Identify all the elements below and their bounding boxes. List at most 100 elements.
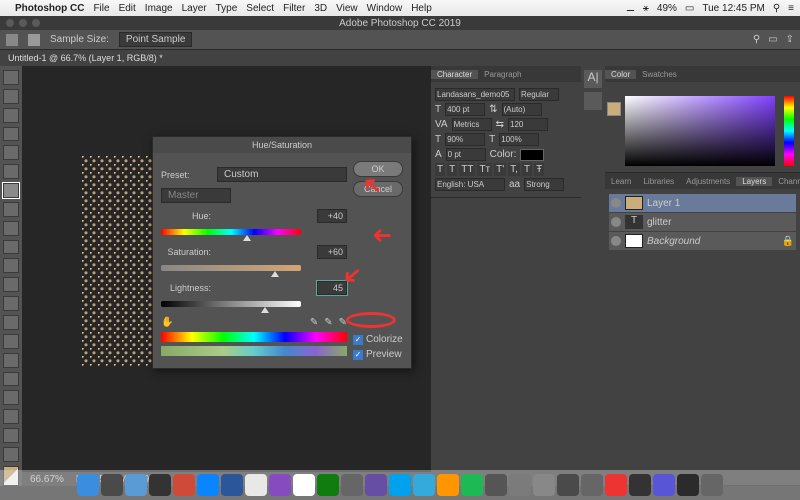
menu-select[interactable]: Select [246, 3, 274, 14]
dock-app-icon[interactable] [701, 474, 723, 496]
baseline-input[interactable] [446, 148, 486, 161]
menu-help[interactable]: Help [411, 3, 432, 14]
share-icon[interactable]: ⇪ [786, 34, 794, 45]
dock-app-icon[interactable] [269, 474, 291, 496]
maximize-icon[interactable] [32, 19, 40, 27]
hue-input[interactable] [317, 209, 347, 223]
smallcaps-icon[interactable]: Tт [477, 163, 492, 176]
shape-tool-icon[interactable] [3, 409, 19, 424]
font-family-dropdown[interactable] [435, 88, 515, 101]
font-size-input[interactable] [445, 103, 485, 116]
history-brush-tool-icon[interactable] [3, 258, 19, 273]
tab-character[interactable]: Character [431, 70, 478, 79]
zoom-tool-icon[interactable] [3, 447, 19, 462]
healing-tool-icon[interactable] [3, 202, 19, 217]
menu-type[interactable]: Type [216, 3, 238, 14]
dock-app-icon[interactable] [653, 474, 675, 496]
hand-adjust-icon[interactable]: ✋ [161, 317, 173, 328]
frame-tool-icon[interactable] [3, 164, 19, 179]
color-field[interactable] [625, 96, 775, 166]
tab-color[interactable]: Color [605, 70, 636, 79]
dock-app-icon[interactable] [581, 474, 603, 496]
dodge-tool-icon[interactable] [3, 334, 19, 349]
kerning-input[interactable] [508, 118, 548, 131]
workspace-icon[interactable]: ▭ [768, 34, 777, 45]
crop-tool-icon[interactable] [3, 145, 19, 160]
dock-app-icon[interactable] [557, 474, 579, 496]
dock-app-icon[interactable] [77, 474, 99, 496]
eyedropper-tool-icon[interactable] [3, 183, 19, 198]
dock-app-icon[interactable] [605, 474, 627, 496]
hue-slider[interactable] [161, 229, 301, 239]
dock-app-icon[interactable] [629, 474, 651, 496]
menu-window[interactable]: Window [367, 3, 403, 14]
tab-learn[interactable]: Learn [605, 177, 637, 186]
saturation-slider[interactable] [161, 265, 301, 275]
superscript-icon[interactable]: T' [494, 163, 506, 176]
dock-app-icon[interactable] [509, 474, 531, 496]
font-style-dropdown[interactable] [519, 88, 559, 101]
visibility-icon[interactable] [611, 198, 621, 208]
dock-app-icon[interactable] [677, 474, 699, 496]
menu-filter[interactable]: Filter [283, 3, 305, 14]
lasso-tool-icon[interactable] [3, 108, 19, 123]
underline-icon[interactable]: T [522, 163, 532, 176]
dock-app-icon[interactable] [197, 474, 219, 496]
eyedropper-icon[interactable]: ✎ [310, 317, 318, 328]
layer-row[interactable]: Layer 1 [609, 194, 796, 212]
tab-libraries[interactable]: Libraries [637, 177, 680, 186]
wifi-icon[interactable]: ⚊ [626, 3, 635, 14]
brush-tool-icon[interactable] [3, 221, 19, 236]
dock-app-icon[interactable] [149, 474, 171, 496]
blur-tool-icon[interactable] [3, 315, 19, 330]
layer-name[interactable]: Layer 1 [647, 198, 680, 209]
hscale-input[interactable] [499, 133, 539, 146]
home-icon[interactable] [6, 34, 18, 46]
visibility-icon[interactable] [611, 217, 621, 227]
spotlight-icon[interactable]: ⚲ [773, 3, 780, 14]
foreground-swatch[interactable] [607, 102, 621, 116]
move-tool-icon[interactable] [3, 70, 19, 85]
tab-layers[interactable]: Layers [736, 177, 772, 186]
hue-strip[interactable] [784, 96, 794, 166]
dock-app-icon[interactable] [317, 474, 339, 496]
document-tab[interactable]: Untitled-1 @ 66.7% (Layer 1, RGB/8) * [8, 53, 163, 63]
tab-swatches[interactable]: Swatches [636, 70, 683, 79]
app-name[interactable]: Photoshop CC [15, 3, 84, 14]
layer-row[interactable]: Background 🔒 [609, 232, 796, 250]
dock-app-icon[interactable] [341, 474, 363, 496]
tab-adjustments[interactable]: Adjustments [680, 177, 736, 186]
saturation-input[interactable] [317, 245, 347, 259]
dock-app-icon[interactable] [485, 474, 507, 496]
traffic-lights[interactable] [6, 19, 40, 27]
layer-thumbnail[interactable] [625, 196, 643, 210]
paragraph-icon[interactable]: A| [584, 70, 602, 88]
eyedropper-plus-icon[interactable]: ✎ [324, 317, 332, 328]
sample-size-dropdown[interactable]: Point Sample [119, 32, 192, 47]
eraser-tool-icon[interactable] [3, 277, 19, 292]
lock-icon[interactable]: 🔒 [782, 236, 794, 247]
menu-3d[interactable]: 3D [314, 3, 327, 14]
menu-edit[interactable]: Edit [119, 3, 136, 14]
layer-name[interactable]: glitter [647, 217, 671, 228]
layer-thumbnail[interactable] [625, 234, 643, 248]
notification-icon[interactable]: ≡ [788, 3, 794, 14]
type-tool-icon[interactable] [3, 372, 19, 387]
dock-app-icon[interactable] [173, 474, 195, 496]
close-icon[interactable] [6, 19, 14, 27]
tracking-input[interactable] [452, 118, 492, 131]
dock-app-icon[interactable] [437, 474, 459, 496]
colorize-checkbox[interactable]: ✓Colorize [353, 334, 403, 345]
search-icon[interactable]: ⚲ [753, 34, 760, 45]
lightness-slider[interactable] [161, 301, 301, 311]
path-tool-icon[interactable] [3, 390, 19, 405]
layer-row[interactable]: T glitter [609, 213, 796, 231]
antialiasing-dropdown[interactable] [524, 178, 564, 191]
leading-input[interactable] [502, 103, 542, 116]
preset-dropdown[interactable]: Custom [217, 167, 347, 182]
dock-app-icon[interactable] [125, 474, 147, 496]
menu-view[interactable]: View [336, 3, 358, 14]
dock-app-icon[interactable] [245, 474, 267, 496]
tab-paragraph[interactable]: Paragraph [478, 70, 527, 79]
tool-preset-icon[interactable] [28, 34, 40, 46]
